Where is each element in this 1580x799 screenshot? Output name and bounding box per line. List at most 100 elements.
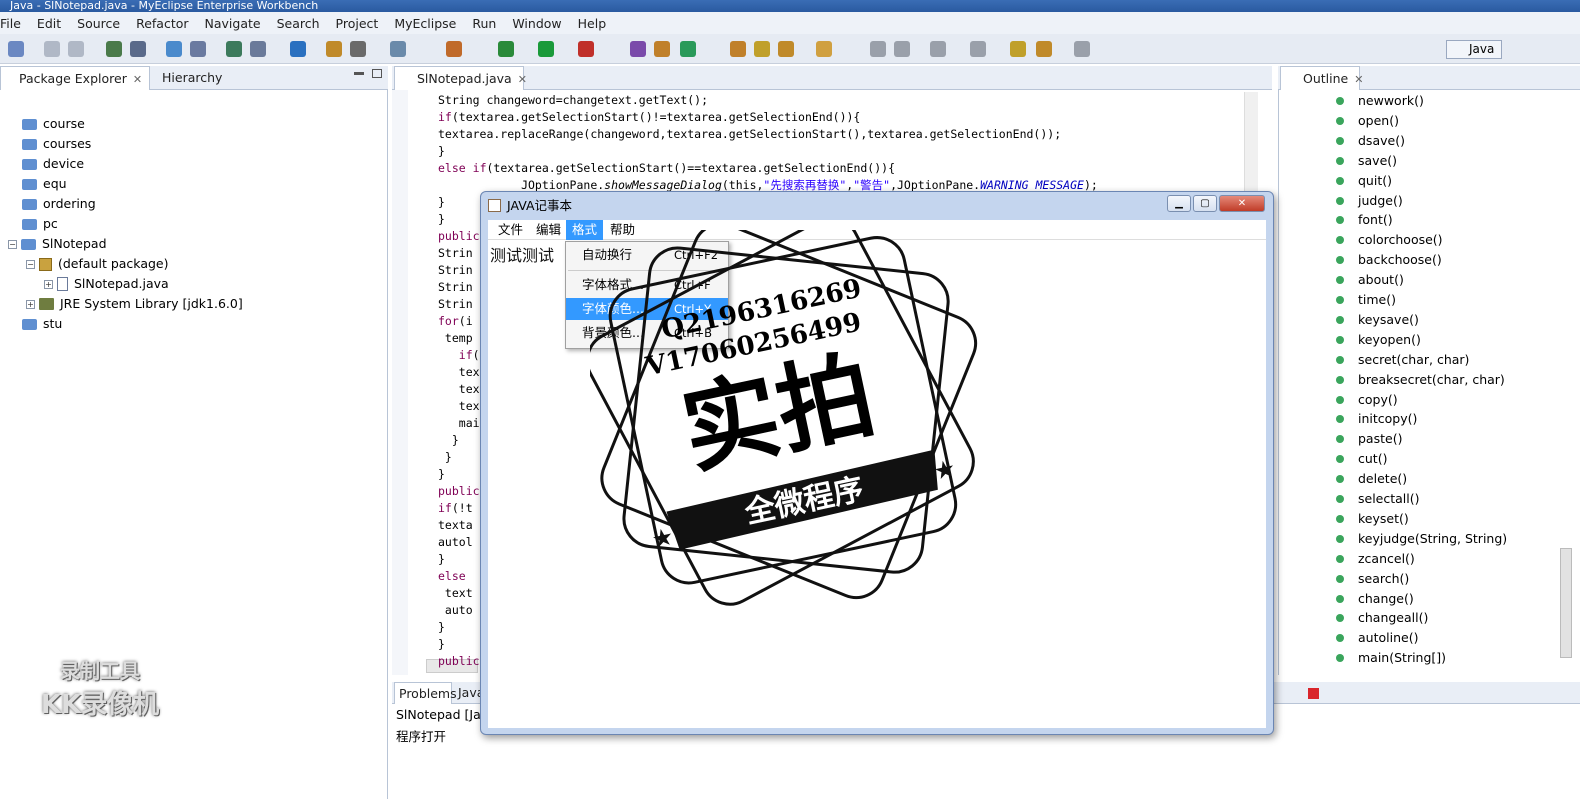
toolbar-icon[interactable]: [166, 41, 182, 57]
close-icon[interactable]: ✕: [1354, 73, 1363, 86]
menu-project[interactable]: Project: [336, 16, 379, 31]
toolbar-icon[interactable]: [816, 41, 832, 57]
toolbar-icon[interactable]: [754, 41, 770, 57]
tab-slnotepad-java[interactable]: SlNotepad.java ✕: [394, 66, 527, 90]
tab-hierarchy[interactable]: Hierarchy: [152, 66, 222, 90]
menu-edit[interactable]: Edit: [37, 16, 61, 31]
outline-item[interactable]: changeall(): [1336, 608, 1428, 628]
outline-item[interactable]: delete(): [1336, 469, 1407, 489]
toolbar-icon[interactable]: [930, 41, 946, 57]
tree-item[interactable]: equ: [22, 174, 67, 194]
tree-item[interactable]: device: [22, 154, 84, 174]
maximize-button[interactable]: ▢: [1193, 195, 1217, 212]
menu-window[interactable]: Window: [512, 16, 561, 31]
toolbar-icon[interactable]: [350, 41, 366, 57]
toolbar-icon[interactable]: [446, 41, 462, 57]
minimize-icon[interactable]: [354, 72, 364, 75]
toolbar-icon[interactable]: [130, 41, 146, 57]
expand-icon[interactable]: −: [26, 259, 35, 269]
outline-item[interactable]: quit(): [1336, 171, 1392, 191]
close-icon[interactable]: ✕: [518, 73, 527, 86]
outline-scrollbar[interactable]: [1560, 548, 1572, 658]
outline-item[interactable]: change(): [1336, 589, 1414, 609]
tab-outline[interactable]: Outline ✕: [1280, 66, 1363, 90]
tree-item[interactable]: stu: [22, 314, 62, 334]
menu-run[interactable]: Run: [472, 16, 496, 31]
menu-search[interactable]: Search: [277, 16, 320, 31]
outline-item[interactable]: main(String[]): [1336, 648, 1446, 668]
menu-navigate[interactable]: Navigate: [205, 16, 261, 31]
tree-item[interactable]: − SlNotepad: [8, 234, 107, 254]
toolbar-icon[interactable]: [630, 41, 646, 57]
toolbar-icon[interactable]: [8, 41, 24, 57]
outline-item[interactable]: keyset(): [1336, 509, 1409, 529]
outline-item[interactable]: copy(): [1336, 390, 1398, 410]
expand-icon[interactable]: +: [44, 279, 53, 289]
toolbar-icon[interactable]: [390, 41, 406, 57]
toolbar-icon[interactable]: [778, 41, 794, 57]
toolbar-icon[interactable]: [1074, 41, 1090, 57]
outline-item[interactable]: keyjudge(String, String): [1336, 529, 1507, 549]
toolbar-icon[interactable]: [44, 41, 60, 57]
menu-refactor[interactable]: Refactor: [136, 16, 188, 31]
close-button[interactable]: ✕: [1219, 195, 1265, 212]
toolbar-icon[interactable]: [250, 41, 266, 57]
outline-item[interactable]: judge(): [1336, 191, 1403, 211]
close-icon[interactable]: ✕: [133, 73, 142, 86]
tree-item[interactable]: courses: [22, 134, 91, 154]
outline-item[interactable]: initcopy(): [1336, 409, 1417, 429]
outline-item[interactable]: dsave(): [1336, 131, 1405, 151]
tree-item[interactable]: pc: [22, 214, 58, 234]
toolbar-icon[interactable]: [894, 41, 910, 57]
toolbar-icon[interactable]: [68, 41, 84, 57]
outline-item[interactable]: open(): [1336, 111, 1399, 131]
outline-item[interactable]: save(): [1336, 151, 1397, 171]
toolbar-icon[interactable]: [538, 41, 554, 57]
toolbar-icon[interactable]: [970, 41, 986, 57]
outline-item[interactable]: time(): [1336, 290, 1396, 310]
minimize-button[interactable]: ▁: [1167, 195, 1191, 212]
toolbar-icon[interactable]: [106, 41, 122, 57]
terminate-icon[interactable]: [1308, 688, 1319, 699]
toolbar-icon[interactable]: [326, 41, 342, 57]
outline-item[interactable]: colorchoose(): [1336, 230, 1443, 250]
toolbar-icon[interactable]: [654, 41, 670, 57]
outline-item[interactable]: backchoose(): [1336, 250, 1442, 270]
toolbar-icon[interactable]: [290, 41, 306, 57]
toolbar-icon[interactable]: [226, 41, 242, 57]
tree-item[interactable]: ordering: [22, 194, 96, 214]
outline-item[interactable]: font(): [1336, 210, 1393, 230]
outline-item[interactable]: newwork(): [1336, 91, 1424, 111]
tab-problems[interactable]: Problems: [394, 682, 457, 704]
menu-source[interactable]: Source: [77, 16, 120, 31]
menu-file[interactable]: File: [0, 16, 21, 31]
outline-item[interactable]: keyopen(): [1336, 330, 1421, 350]
menu-myeclipse[interactable]: MyEclipse: [394, 16, 456, 31]
menu-edit[interactable]: 编辑: [530, 220, 567, 240]
outline-item[interactable]: secret(char, char): [1336, 350, 1469, 370]
toolbar-icon[interactable]: [1036, 41, 1052, 57]
tab-package-explorer[interactable]: Package Explorer ✕: [0, 66, 150, 90]
outline-item[interactable]: about(): [1336, 270, 1404, 290]
expand-icon[interactable]: +: [26, 299, 35, 309]
menu-file[interactable]: 文件: [492, 220, 529, 240]
toolbar-icon[interactable]: [680, 41, 696, 57]
tree-item[interactable]: + SlNotepad.java: [44, 274, 169, 294]
tree-item[interactable]: − (default package): [26, 254, 168, 274]
toolbar-icon[interactable]: [190, 41, 206, 57]
maximize-icon[interactable]: [372, 69, 382, 78]
toolbar-icon[interactable]: [498, 41, 514, 57]
outline-item[interactable]: cut(): [1336, 449, 1387, 469]
toolbar-icon[interactable]: [730, 41, 746, 57]
outline-item[interactable]: search(): [1336, 569, 1409, 589]
tree-item[interactable]: + JRE System Library [jdk1.6.0]: [26, 294, 243, 314]
outline-item[interactable]: paste(): [1336, 429, 1402, 449]
menu-help[interactable]: Help: [578, 16, 607, 31]
toolbar-icon[interactable]: [870, 41, 886, 57]
outline-item[interactable]: breaksecret(char, char): [1336, 370, 1505, 390]
outline-item[interactable]: zcancel(): [1336, 549, 1415, 569]
toolbar-icon[interactable]: [1010, 41, 1026, 57]
outline-item[interactable]: selectall(): [1336, 489, 1420, 509]
outline-item[interactable]: keysave(): [1336, 310, 1419, 330]
outline-item[interactable]: autoline(): [1336, 628, 1418, 648]
